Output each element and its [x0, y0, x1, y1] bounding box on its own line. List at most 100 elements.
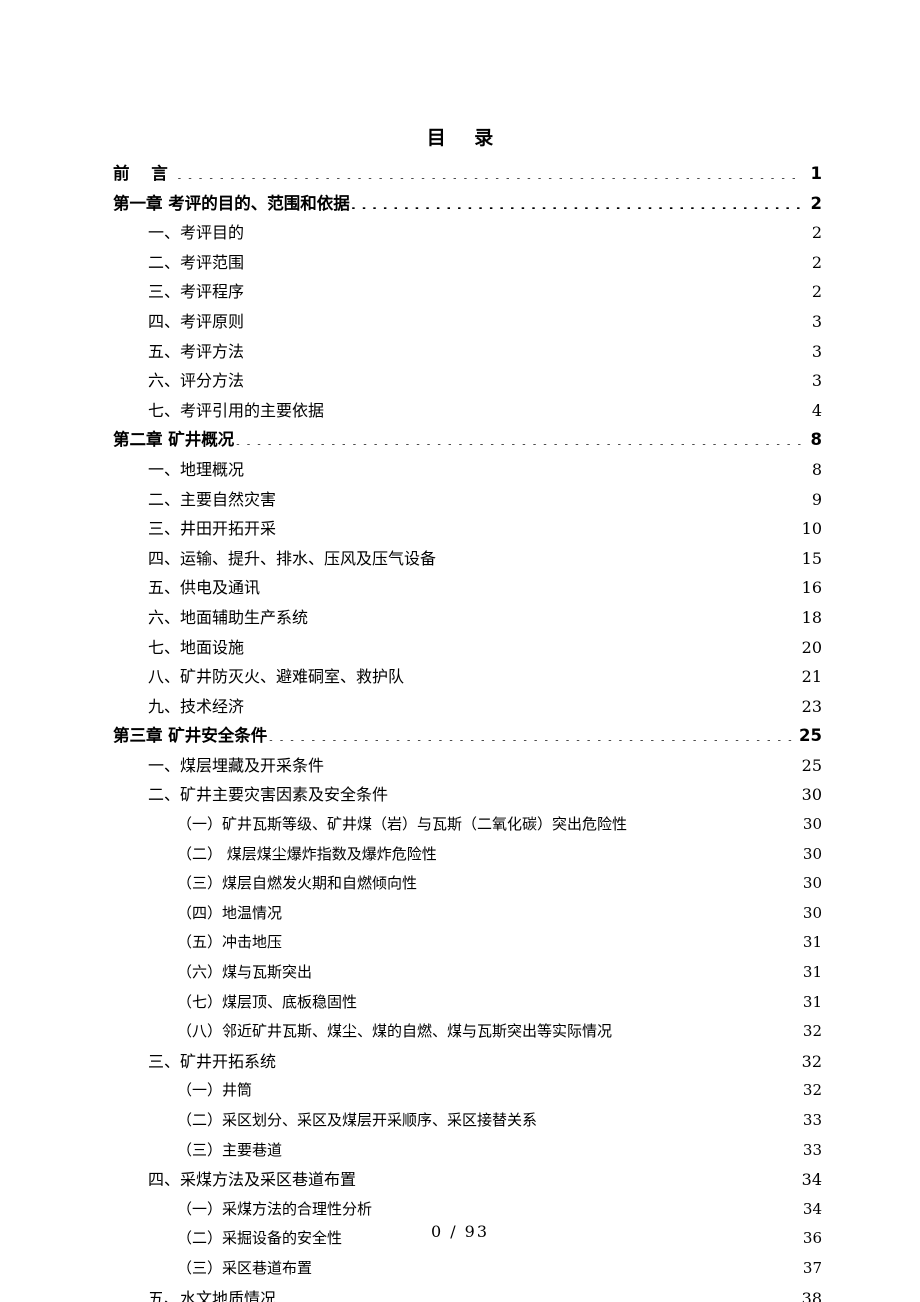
toc-entry[interactable]: （五）冲击地压 31 — [0, 928, 920, 958]
toc-dot-leader — [283, 932, 801, 947]
toc-entry-label: （一）井筒 — [177, 1081, 253, 1100]
toc-entry-label: （四）地温情况 — [177, 903, 283, 922]
toc-entry-page-number: 34 — [802, 1199, 822, 1218]
toc-entry-page-number: 2 — [811, 252, 822, 272]
toc-dot-leader — [358, 992, 801, 1007]
toc-entry[interactable]: 七、考评引用的主要依据 4 — [0, 396, 920, 426]
toc-dot-leader — [405, 666, 800, 682]
toc-dot-leader — [313, 962, 801, 977]
toc-entry-label: （三）采区巷道布置 — [177, 1258, 313, 1277]
toc-entry-label: （六）煤与瓦斯突出 — [177, 963, 313, 982]
toc-entry-label: 二、矿井主要灾害因素及安全条件 — [148, 785, 389, 805]
toc-entry[interactable]: 三、矿井开拓系统 32 — [0, 1047, 920, 1077]
toc-entry-label: 第二章 矿井概况 — [113, 430, 235, 450]
toc-entry-page-number: 33 — [802, 1111, 822, 1129]
toc-entry-label: 八、矿井防灭火、避难硐室、救护队 — [148, 667, 405, 687]
toc-entry-label: （一）采煤方法的合理性分析 — [177, 1199, 373, 1218]
toc-entry[interactable]: （二）采区划分、采区及煤层开采顺序、采区接替关系 33 — [0, 1106, 920, 1136]
toc-entry-label: 五、水文地质情况 — [148, 1288, 277, 1302]
toc-entry-page-number: 10 — [801, 519, 822, 539]
toc-dot-leader — [245, 459, 803, 475]
toc-entry[interactable]: 前 言 1 — [0, 159, 920, 189]
toc-entry[interactable]: （一）井筒 32 — [0, 1076, 920, 1106]
toc-entry[interactable]: 六、评分方法 3 — [0, 366, 920, 396]
toc-entry[interactable]: （一）采煤方法的合理性分析 34 — [0, 1195, 920, 1225]
toc-entry[interactable]: 九、技术经济 23 — [0, 692, 920, 722]
toc-entry[interactable]: （六）煤与瓦斯突出 31 — [0, 958, 920, 988]
page-number-footer: 0 / 93 — [430, 1222, 490, 1241]
toc-entry-page-number: 32 — [801, 1051, 822, 1071]
toc-entry[interactable]: 第一章 考评的目的、范围和依据 2 — [0, 189, 920, 219]
toc-entry[interactable]: 四、考评原则 3 — [0, 307, 920, 337]
toc-dot-leader — [351, 192, 803, 209]
toc-entry[interactable]: 四、采煤方法及采区巷道布置 34 — [0, 1165, 920, 1195]
toc-entry-label: 四、采煤方法及采区巷道布置 — [148, 1170, 357, 1190]
toc-entry-page-number: 30 — [802, 815, 822, 834]
toc-entry-label: 二、考评范围 — [148, 252, 245, 272]
toc-entry[interactable]: （三）采区巷道布置 37 — [0, 1254, 920, 1284]
toc-entry-page-number: 34 — [801, 1170, 822, 1190]
toc-dot-leader — [235, 429, 803, 446]
toc-entry[interactable]: （八）邻近矿井瓦斯、煤尘、煤的自燃、煤与瓦斯突出等实际情况 32 — [0, 1017, 920, 1047]
toc-dot-leader — [245, 311, 803, 327]
toc-entry[interactable]: 三、井田开拓开采 10 — [0, 514, 920, 544]
toc-entry[interactable]: 一、考评目的 2 — [0, 218, 920, 248]
page-title: 目 录 — [426, 127, 505, 149]
toc-entry-page-number: 30 — [802, 844, 822, 863]
toc-entry[interactable]: （三）煤层自燃发火期和自燃倾向性 30 — [0, 869, 920, 899]
document-page: 目 录 前 言1第一章 考评的目的、范围和依据2一、考评目的2二、考评范围2三、… — [0, 0, 920, 1302]
toc-entry[interactable]: 四、运输、提升、排水、压风及压气设备 15 — [0, 544, 920, 574]
toc-entry-label: 二、主要自然灾害 — [148, 489, 277, 509]
toc-dot-leader — [277, 489, 803, 505]
toc-entry[interactable]: （四）地温情况 30 — [0, 899, 920, 929]
toc-entry-page-number: 2 — [811, 223, 822, 243]
toc-entry[interactable]: 二、主要自然灾害 9 — [0, 485, 920, 515]
toc-entry-page-number: 18 — [801, 607, 822, 627]
toc-entry-page-number: 30 — [801, 785, 822, 805]
toc-entry-page-number: 31 — [802, 992, 822, 1011]
toc-entry[interactable]: 五、考评方法 3 — [0, 337, 920, 367]
toc-entry[interactable]: 八、矿井防灭火、避难硐室、救护队 21 — [0, 662, 920, 692]
toc-dot-leader — [325, 755, 800, 771]
toc-entry-label: 前 言 — [113, 164, 176, 183]
toc-entry-page-number: 8 — [810, 430, 822, 450]
toc-entry[interactable]: 五、水文地质情况 38 — [0, 1284, 920, 1302]
toc-dot-leader — [177, 163, 803, 180]
toc-entry[interactable]: 五、供电及通讯 16 — [0, 573, 920, 603]
toc-entry-label: 七、考评引用的主要依据 — [148, 400, 325, 420]
toc-entry-page-number: 3 — [811, 311, 822, 331]
toc-entry-page-number: 20 — [801, 637, 822, 657]
toc-dot-leader — [283, 1140, 801, 1155]
toc-entry-page-number: 16 — [801, 578, 822, 598]
toc-entry-page-number: 2 — [810, 193, 822, 213]
toc-entry[interactable]: （七）煤层顶、底板稳固性 31 — [0, 988, 920, 1018]
toc-entry-label: 一、煤层埋藏及开采条件 — [148, 755, 325, 775]
toc-dot-leader — [245, 696, 800, 712]
toc-entry[interactable]: 二、矿井主要灾害因素及安全条件 30 — [0, 780, 920, 810]
toc-entry-page-number: 32 — [802, 1022, 822, 1041]
toc-entry[interactable]: 七、地面设施 20 — [0, 633, 920, 663]
toc-entry[interactable]: 三、考评程序 2 — [0, 277, 920, 307]
toc-entry-page-number: 15 — [801, 548, 822, 568]
toc-entry[interactable]: 第三章 矿井安全条件 25 — [0, 721, 920, 751]
toc-entry[interactable]: 第二章 矿井概况 8 — [0, 425, 920, 455]
toc-dot-leader — [277, 1051, 800, 1067]
toc-dot-leader — [253, 1080, 801, 1095]
toc-entry[interactable]: 一、地理概况 8 — [0, 455, 920, 485]
toc-entry[interactable]: （二） 煤层煤尘爆炸指数及爆炸危险性 30 — [0, 840, 920, 870]
toc-entry-page-number: 32 — [802, 1081, 822, 1100]
toc-entry-page-number: 38 — [801, 1288, 822, 1302]
toc-entry[interactable]: 一、煤层埋藏及开采条件 25 — [0, 751, 920, 781]
toc-dot-leader — [313, 1258, 801, 1273]
toc-entry-label: 第一章 考评的目的、范围和依据 — [113, 193, 350, 213]
toc-entry[interactable]: （一）矿井瓦斯等级、矿井煤（岩）与瓦斯（二氧化碳）突出危险性 30 — [0, 810, 920, 840]
toc-dot-leader — [245, 637, 800, 653]
toc-entry-page-number: 3 — [811, 341, 822, 361]
toc-entry-label: （五）冲击地压 — [177, 933, 283, 952]
toc-entry[interactable]: 六、地面辅助生产系统 18 — [0, 603, 920, 633]
toc-entry[interactable]: 二、考评范围 2 — [0, 248, 920, 278]
toc-entry-label: （三）煤层自燃发火期和自燃倾向性 — [177, 874, 418, 893]
toc-dot-leader — [613, 1021, 801, 1036]
toc-dot-leader — [245, 281, 803, 297]
toc-entry[interactable]: （三）主要巷道 33 — [0, 1136, 920, 1166]
